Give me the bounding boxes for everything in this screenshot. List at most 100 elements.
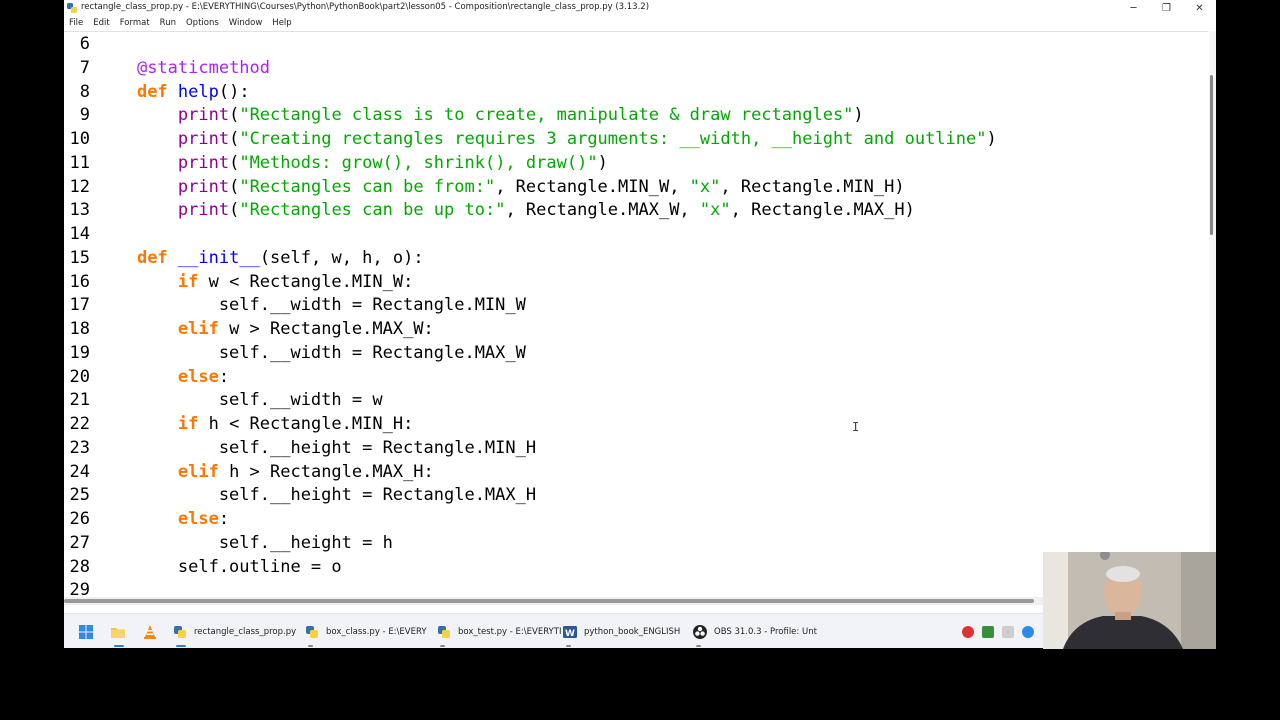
line-number: 11 [69,152,90,173]
taskbar-app-label: python_book_ENGLISH [584,626,681,637]
code-line[interactable]: self.__height = Rectangle.MIN_H [96,436,536,460]
code-token: w > Rectangle.MAX_W: [218,319,434,339]
line-number: 9 [79,105,90,126]
menu-file[interactable]: File [64,16,88,31]
menu-run[interactable]: Run [155,16,181,31]
code-line[interactable]: else: [96,365,229,389]
webcam-overlay [1043,552,1216,649]
python-idle-icon [67,3,77,13]
line-number-gutter: 6 7 8 9 10 11 12 13 14 15 16 17 18 19 20 21 22 23 24 25 26 27… [64,32,94,598]
line-number: 27 [69,532,90,553]
taskbar-app-2[interactable]: box_class.py - E:\EVERY [304,614,427,648]
code-token: : [218,509,230,529]
code-token: elif [177,461,219,482]
line-number: 20 [69,366,90,387]
code-token: else [177,366,219,387]
taskbar-app-4[interactable]: Wpython_book_ENGLISH [562,614,680,648]
menu-window[interactable]: Window [224,16,268,31]
code-token: "Rectangles can be from:" [239,176,496,197]
menu-options[interactable]: Options [181,16,224,31]
code-token: else [177,509,219,529]
line-number: 15 [69,247,90,268]
code-line[interactable]: if w < Rectangle.MIN_W: [96,270,413,294]
code-area[interactable]: @staticmethod def help(): print("Rectang… [96,32,1208,598]
code-token: self.__height = Rectangle.MAX_H [96,485,537,506]
code-token: ( [229,176,240,197]
tray-record-icon[interactable] [962,625,974,638]
menu-format[interactable]: Format [115,16,155,31]
code-line[interactable]: def help(): [96,80,250,104]
line-number: 25 [69,485,90,506]
minimize-button[interactable]: ─ [1117,0,1150,16]
code-line[interactable]: elif h > Rectangle.MAX_H: [96,460,434,484]
code-token: if [177,414,199,434]
code-line[interactable]: self.__width = Rectangle.MIN_W [96,293,526,317]
python-icon [438,625,450,638]
code-token: @staticmethod [136,57,271,78]
code-line[interactable]: print("Creating rectangles requires 3 ar… [96,127,997,151]
code-line[interactable]: if h < Rectangle.MIN_H: [96,412,413,436]
close-button[interactable]: ✕ [1183,0,1216,16]
code-line[interactable]: else: [96,507,229,531]
code-token: "Rectangles can be up to:" [239,200,506,221]
code-line[interactable]: self.outline = o [96,555,342,579]
code-line[interactable]: self.__height = h [96,531,393,555]
word-icon: W [563,625,577,639]
code-token: print [177,200,230,221]
folder-icon [111,627,125,638]
code-token: print [177,105,230,126]
horizontal-scrollbar-thumb[interactable] [64,599,1034,603]
code-line[interactable]: @staticmethod [96,56,270,80]
code-token: self.__height = h [96,532,393,553]
restore-button[interactable]: ❐ [1150,0,1183,16]
code-line[interactable]: elif w > Rectangle.MAX_W: [96,317,434,341]
code-editor[interactable]: 6 7 8 9 10 11 12 13 14 15 16 17 18 19 20 21 22 23 24 25 26 27… [64,31,1208,598]
menu-help[interactable]: Help [267,16,296,31]
taskbar-vlc[interactable] [142,614,158,648]
code-line[interactable]: self.__height = Rectangle.MAX_H [96,483,536,507]
code-line[interactable]: self.__width = w [96,388,383,412]
code-line[interactable]: print("Methods: grow(), shrink(), draw()… [96,151,608,175]
menu-edit[interactable]: Edit [88,16,114,31]
obs-icon [693,624,707,639]
line-number: 23 [69,437,90,458]
code-line[interactable]: def __init__(self, w, h, o): [96,246,424,270]
code-token: , Rectangle.MAX_H) [730,200,915,221]
code-line[interactable]: print("Rectangle class is to create, man… [96,103,864,127]
line-number: 22 [69,414,90,434]
code-line[interactable]: self.__width = Rectangle.MAX_W [96,341,526,365]
line-number: 21 [69,390,90,411]
vertical-scrollbar[interactable] [1209,31,1216,597]
line-number: 16 [69,271,90,292]
windows-start-icon [79,624,93,639]
start-button[interactable] [78,614,94,648]
window-title: rectangle_class_prop.py - E:\EVERYTHING\… [81,2,650,12]
taskbar-app-1[interactable]: rectangle_class_prop.py [172,614,296,648]
taskbar-file-explorer[interactable] [110,614,126,648]
code-token: if [177,271,199,292]
code-line[interactable]: print("Rectangles can be from:", Rectang… [96,175,905,199]
tray-network-icon[interactable] [1022,625,1034,638]
taskbar-app-5[interactable]: OBS 31.0.3 - Profile: Unt [692,614,817,648]
code-token: h > Rectangle.MAX_H: [218,461,434,482]
line-number: 17 [69,295,90,316]
code-line[interactable]: print("Rectangles can be up to:", Rectan… [96,198,915,222]
code-token: ( [229,129,240,149]
taskbar-app-3[interactable]: box_test.py - E:\EVERYTI [436,614,561,648]
code-token: , Rectangle.MIN_H) [720,176,905,197]
tray-usb-icon[interactable] [1002,625,1014,638]
vertical-scrollbar-thumb[interactable] [1210,75,1213,235]
tray-app-icon[interactable] [982,625,994,638]
code-token: elif [177,319,219,339]
code-token: "Methods: grow(), shrink(), draw()" [239,152,598,173]
line-number: 7 [79,57,90,78]
code-token: , Rectangle.MAX_W, [505,200,700,221]
line-number: 19 [69,342,90,363]
line-number: 13 [69,200,90,221]
